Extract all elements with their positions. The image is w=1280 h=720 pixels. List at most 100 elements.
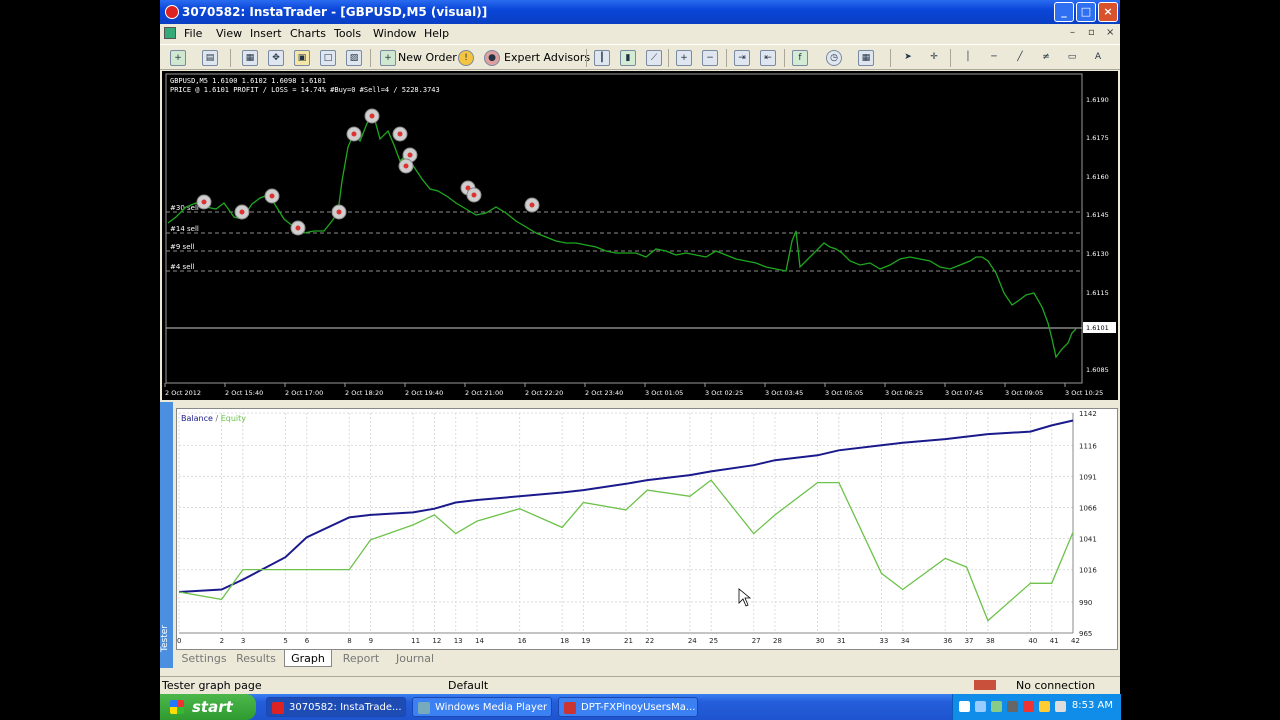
task-document[interactable]: DPT-FXPinoyUsersMa... [558,697,698,717]
x-tick-label: 5 [283,637,287,645]
window-title: 3070582: InstaTrader - [GBPUSD,M5 (visua… [182,5,488,19]
status-profile: Default [448,679,489,692]
new-order-button[interactable]: New Order [398,51,457,64]
profiles-icon[interactable]: ▤ [202,50,218,66]
trade-marker-dot [295,225,301,231]
y-tick-label: 1016 [1079,567,1097,575]
safely-remove-icon[interactable] [1055,701,1066,712]
crosshair-icon[interactable]: ✛ [926,50,942,66]
task-instatrader[interactable]: 3070582: InstaTrade... [266,697,406,717]
menu-view[interactable]: View [216,27,242,40]
trade-marker-dot [403,163,409,169]
chart-header-pl: PRICE @ 1.6101 PROFIT / LOSS = 14.74% #B… [170,86,440,94]
x-tick-label: 21 [624,637,633,645]
fibonacci-icon[interactable]: ▭ [1064,50,1080,66]
x-tick-label: 40 [1028,637,1037,645]
menu-charts[interactable]: Charts [290,27,326,40]
order-label-14[interactable]: #14 sell [170,225,199,233]
strategy-tester-panel: Tester 0 2 3 5 6 8 9 11 12 13 14 16 18 19 21 22 24 25 27 28… [160,402,1120,676]
tab-report[interactable]: Report [336,650,386,667]
templates-icon[interactable]: ▦ [858,50,874,66]
price-chart[interactable]: GBPUSD,M5 1.6100 1.6102 1.6098 1.6101 PR… [162,71,1118,400]
x-tick-label: 0 [177,637,181,645]
cursor-icon[interactable]: ➤ [900,50,916,66]
mdi-restore-button[interactable]: ▫ [1088,27,1095,38]
x-tick-label: 14 [475,637,484,645]
horizontal-line-icon[interactable]: ─ [986,50,1002,66]
close-button[interactable]: × [1098,2,1118,22]
price-tick-label: 1.6145 [1086,211,1109,219]
trendline-icon[interactable]: ╱ [1012,50,1028,66]
x-tick-label: 16 [518,637,527,645]
bar-chart-icon[interactable]: ┃ [594,50,610,66]
printer-icon[interactable] [1007,701,1018,712]
title-bar[interactable]: 3070582: InstaTrader - [GBPUSD,M5 (visua… [160,0,1120,24]
price-tick-label: 1.6115 [1086,289,1109,297]
text-label-icon[interactable]: A [1090,50,1106,66]
new-order-icon[interactable]: + [380,50,396,66]
navigator-icon[interactable]: ✥ [268,50,284,66]
maximize-button[interactable]: □ [1076,2,1096,22]
taskbar: start 3070582: InstaTrade... Windows Med… [160,694,1121,720]
x-tick-label: 9 [369,637,373,645]
data-window-icon[interactable]: ▣ [294,50,310,66]
menu-file[interactable]: File [184,27,202,40]
channel-icon[interactable]: ≠ [1038,50,1054,66]
time-tick-label: 3 Oct 07:45 [945,389,983,397]
tab-journal[interactable]: Journal [390,650,440,667]
start-button[interactable]: start [160,694,256,720]
menu-help[interactable]: Help [424,27,449,40]
autoscroll-icon[interactable]: ⇤ [760,50,776,66]
zoom-out-icon[interactable]: − [702,50,718,66]
menu-tools[interactable]: Tools [334,27,361,40]
security-icon[interactable] [1023,701,1034,712]
order-label-9[interactable]: #9 sell [170,243,194,251]
minimize-button[interactable]: _ [1054,2,1074,22]
periods-icon[interactable]: ◷ [826,50,842,66]
price-chart-svg: GBPUSD,M5 1.6100 1.6102 1.6098 1.6101 PR… [162,71,1118,400]
tab-graph[interactable]: Graph [284,650,332,667]
expert-advisors-icon[interactable]: ● [484,50,500,66]
time-tick-label: 2 Oct 23:40 [585,389,623,397]
vertical-line-icon[interactable]: │ [960,50,976,66]
tester-side-tab[interactable]: Tester [160,402,173,668]
help-icon[interactable] [959,701,970,712]
network-icon[interactable] [975,701,986,712]
new-chart-icon[interactable]: + [170,50,186,66]
legend-equity: Equity [221,414,247,423]
candlestick-icon[interactable]: ▮ [620,50,636,66]
task-media-player[interactable]: Windows Media Player [412,697,552,717]
x-tick-label: 2 [220,637,224,645]
metaeditor-icon[interactable]: ! [458,50,474,66]
order-label-4[interactable]: #4 sell [170,263,194,271]
tab-results[interactable]: Results [230,650,282,667]
mdi-minimize-button[interactable]: – [1070,27,1075,38]
indicators-icon[interactable]: f [792,50,808,66]
x-tick-label: 19 [581,637,590,645]
price-tick-label: 1.6130 [1086,250,1109,258]
volume-icon[interactable] [991,701,1002,712]
tab-settings[interactable]: Settings [180,650,228,667]
time-tick-label: 3 Oct 05:05 [825,389,863,397]
line-chart-icon[interactable]: ⟋ [646,50,662,66]
menu-window[interactable]: Window [373,27,416,40]
market-watch-icon[interactable]: ▦ [242,50,258,66]
zoom-in-icon[interactable]: + [676,50,692,66]
update-icon[interactable] [1039,701,1050,712]
chart-header-ohlc: GBPUSD,M5 1.6100 1.6102 1.6098 1.6101 [170,77,326,85]
time-tick-label: 3 Oct 06:25 [885,389,923,397]
price-tick-label: 1.6190 [1086,96,1109,104]
time-tick-label: 2 Oct 15:40 [225,389,263,397]
chart-shift-icon[interactable]: ⇥ [734,50,750,66]
menu-insert[interactable]: Insert [250,27,282,40]
x-tick-label: 11 [411,637,420,645]
y-tick-label: 965 [1079,630,1092,638]
expert-advisors-button[interactable]: Expert Advisors [504,51,590,64]
strategy-tester-icon[interactable]: ▨ [346,50,362,66]
mdi-close-button[interactable]: × [1106,27,1114,38]
x-tick-label: 30 [816,637,825,645]
x-tick-label: 24 [688,637,697,645]
trade-marker-dot [471,192,477,198]
terminal-icon[interactable]: □ [320,50,336,66]
status-connection: No connection [1016,679,1096,692]
